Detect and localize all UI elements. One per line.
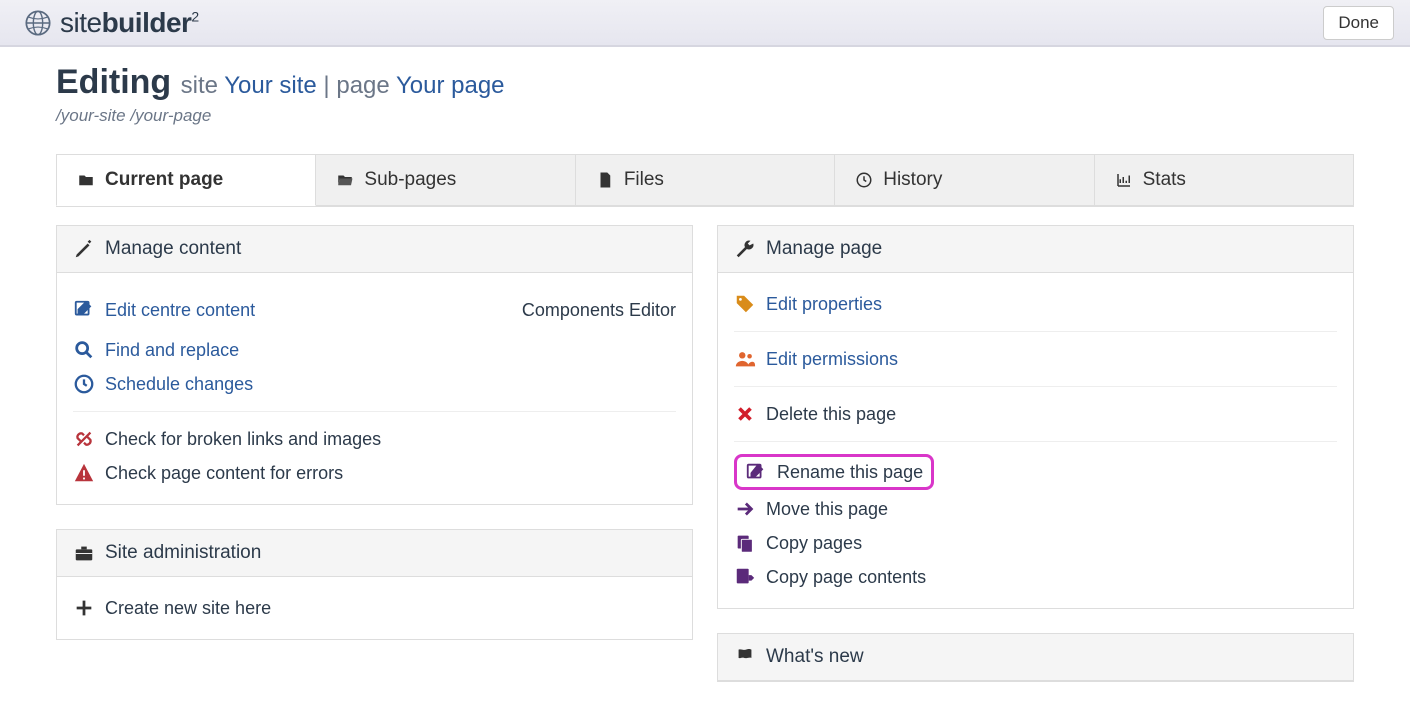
- folder-icon: [77, 171, 95, 189]
- check-broken-links-link[interactable]: Check for broken links and images: [105, 429, 381, 450]
- tab-subpages[interactable]: Sub-pages: [316, 154, 575, 206]
- clock-icon: [73, 373, 95, 395]
- rename-highlight: Rename this page: [734, 454, 934, 490]
- edit-icon: [73, 299, 95, 321]
- copy-contents-link[interactable]: Copy page contents: [766, 567, 926, 588]
- panel-title: Manage content: [105, 238, 241, 260]
- path-page[interactable]: your-page: [135, 106, 211, 125]
- tab-stats[interactable]: Stats: [1095, 154, 1354, 206]
- manage-content-panel: Manage content Edit centre content Compo…: [56, 225, 693, 505]
- edit-properties-link[interactable]: Edit properties: [766, 294, 882, 315]
- copy-contents-icon: [734, 566, 756, 588]
- breadcrumb: /your-site /your-page: [56, 106, 1354, 126]
- tab-history[interactable]: History: [835, 154, 1094, 206]
- copy-icon: [734, 532, 756, 554]
- create-site-link[interactable]: Create new site here: [105, 598, 271, 619]
- tab-current-page[interactable]: Current page: [56, 154, 316, 206]
- search-icon: [73, 339, 95, 361]
- whats-new-panel: What's new: [717, 633, 1354, 682]
- arrow-right-icon: [734, 498, 756, 520]
- site-admin-panel: Site administration Create new site here: [56, 529, 693, 640]
- tab-files[interactable]: Files: [576, 154, 835, 206]
- page-link[interactable]: Your page: [396, 72, 505, 99]
- page-title: Editing site Your site | page Your page: [56, 63, 1354, 102]
- schedule-changes-link[interactable]: Schedule changes: [105, 374, 253, 395]
- rename-icon: [745, 461, 767, 483]
- check-errors-link[interactable]: Check page content for errors: [105, 463, 343, 484]
- clock-icon: [855, 171, 873, 189]
- find-replace-link[interactable]: Find and replace: [105, 340, 239, 361]
- manage-page-panel: Manage page Edit properties Edit permiss…: [717, 225, 1354, 609]
- flag-icon: [734, 646, 756, 668]
- components-editor-label: Components Editor: [522, 300, 676, 321]
- panel-title: Manage page: [766, 238, 882, 260]
- logo-text: sitebuilder2: [60, 7, 199, 39]
- tabs: Current page Sub-pages Files History Sta…: [56, 154, 1354, 207]
- done-button[interactable]: Done: [1323, 6, 1394, 40]
- tags-icon: [734, 293, 756, 315]
- panel-title: Site administration: [105, 542, 261, 564]
- pencil-icon: [73, 238, 95, 260]
- chart-icon: [1115, 171, 1133, 189]
- site-link[interactable]: Your site: [224, 72, 317, 99]
- broken-link-icon: [73, 428, 95, 450]
- file-icon: [596, 171, 614, 189]
- warning-icon: [73, 462, 95, 484]
- path-site[interactable]: your-site: [61, 106, 126, 125]
- rename-page-link[interactable]: Rename this page: [777, 462, 923, 483]
- delete-icon: [734, 403, 756, 425]
- copy-pages-link[interactable]: Copy pages: [766, 533, 862, 554]
- delete-page-link[interactable]: Delete this page: [766, 404, 896, 425]
- plus-icon: [73, 597, 95, 619]
- briefcase-icon: [73, 542, 95, 564]
- logo: sitebuilder2: [24, 7, 199, 39]
- move-page-link[interactable]: Move this page: [766, 499, 888, 520]
- users-icon: [734, 348, 756, 370]
- edit-centre-content-link[interactable]: Edit centre content: [105, 300, 255, 321]
- wrench-icon: [734, 238, 756, 260]
- folder-open-icon: [336, 171, 354, 189]
- edit-permissions-link[interactable]: Edit permissions: [766, 349, 898, 370]
- globe-icon: [24, 9, 52, 37]
- panel-title: What's new: [766, 646, 864, 668]
- top-bar: sitebuilder2 Done: [0, 0, 1410, 47]
